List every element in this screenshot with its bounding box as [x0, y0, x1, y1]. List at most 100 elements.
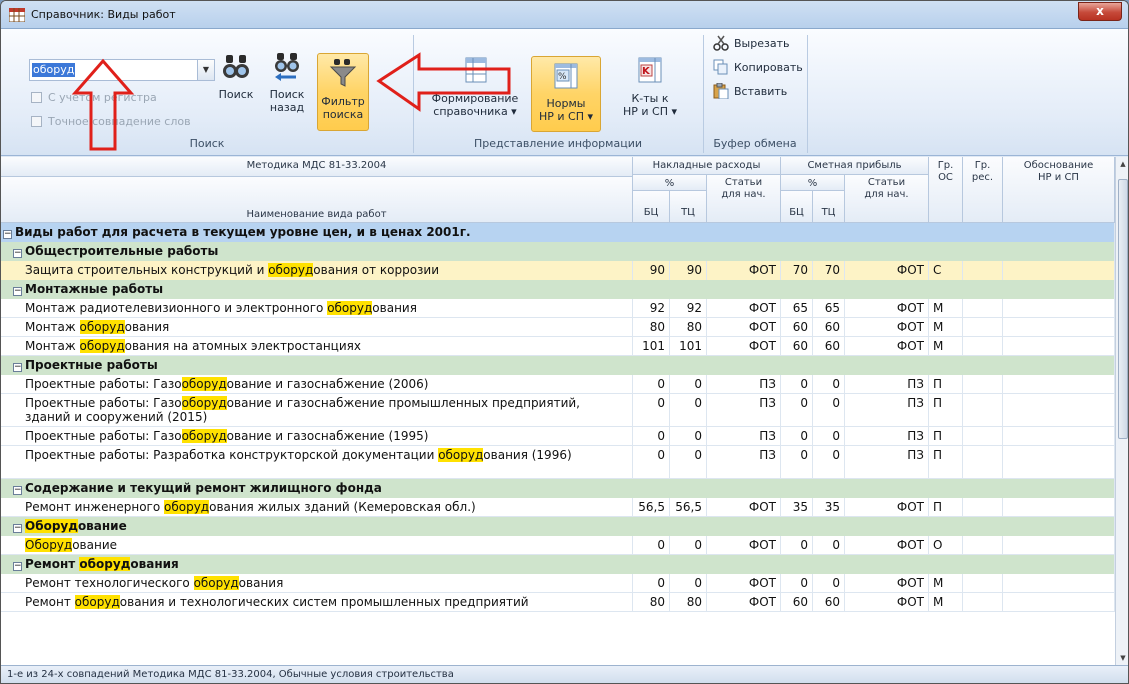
chevron-down-icon[interactable]: ▼: [197, 60, 214, 80]
cell-gr: П: [929, 498, 963, 516]
row-name-text: ование и газоснабжение (1995): [226, 429, 429, 443]
cell-nrtc: 101: [670, 337, 707, 355]
table-row[interactable]: Монтаж оборудования на атомных электрост…: [1, 337, 1115, 356]
group-row[interactable]: − Монтажные работы: [1, 280, 1115, 299]
cell-just: [1003, 446, 1115, 478]
filter-label-2: поиска: [322, 108, 364, 121]
filter-button[interactable]: Фильтр поиска: [317, 53, 369, 131]
header-profit: Сметная прибыль: [781, 157, 929, 175]
collapse-icon[interactable]: −: [13, 524, 22, 533]
group-row[interactable]: − Проектные работы: [1, 356, 1115, 375]
table-row[interactable]: Проектные работы: Разработка конструктор…: [1, 446, 1115, 479]
search-highlight: оборуд: [181, 377, 227, 391]
cut-button[interactable]: Вырезать: [713, 35, 789, 51]
table-row[interactable]: Монтаж радиотелевизионного и электронног…: [1, 299, 1115, 318]
close-button[interactable]: x: [1078, 2, 1122, 21]
cell-sptc: 60: [813, 593, 845, 611]
cell-nrtc: 92: [670, 299, 707, 317]
group-row[interactable]: − Оборудование: [1, 517, 1115, 536]
cell-just: [1003, 337, 1115, 355]
cell-gr: О: [929, 536, 963, 554]
cell-nrtc: 0: [670, 574, 707, 592]
row-name-text: Ремонт инженерного: [25, 500, 164, 514]
cell-spbc: 60: [781, 593, 813, 611]
group-row[interactable]: − Содержание и текущий ремонт жилищного ф…: [1, 479, 1115, 498]
table-row[interactable]: Защита строительных конструкций и оборуд…: [1, 261, 1115, 280]
table-row[interactable]: Проектные работы: Газооборудование и газ…: [1, 427, 1115, 446]
cell-spbc: 0: [781, 536, 813, 554]
cell-res: [963, 394, 1003, 426]
row-name-text: Виды работ для расчета в текущем уровне …: [15, 225, 471, 239]
row-name: − Содержание и текущий ремонт жилищного ф…: [1, 479, 1115, 498]
collapse-icon[interactable]: −: [13, 486, 22, 495]
checkbox-box[interactable]: [31, 116, 42, 127]
cell-nrtc: 56,5: [670, 498, 707, 516]
row-name: Проектные работы: Газооборудование и газ…: [1, 394, 633, 426]
table-row[interactable]: Ремонт технологического оборудования 0 0 ФО…: [1, 574, 1115, 593]
cell-res: [963, 427, 1003, 445]
scroll-up-icon[interactable]: ▲: [1116, 157, 1128, 171]
row-name: − Виды работ для расчета в текущем уровне…: [1, 223, 1115, 242]
group-separator: [807, 35, 808, 153]
ribbon: оборуд ▼ С учетом регистра Точное совпад…: [1, 29, 1128, 156]
cell-nrst: ФОТ: [707, 574, 781, 592]
group-row[interactable]: − Общестроительные работы: [1, 242, 1115, 261]
search-highlight: оборуд: [327, 301, 373, 315]
table-row[interactable]: Проектные работы: Газооборудование и газ…: [1, 394, 1115, 427]
row-name-text: ования жилых зданий (Кемеровская обл.): [209, 500, 476, 514]
table-row[interactable]: Ремонт оборудования и технологических си…: [1, 593, 1115, 612]
svg-text:%: %: [558, 72, 567, 82]
row-name-text: ование: [72, 538, 117, 552]
header-overhead-bc: БЦ: [633, 191, 670, 223]
search-highlight: оборуд: [79, 557, 131, 571]
exact-match-checkbox[interactable]: Точное совпадение слов: [31, 115, 191, 128]
collapse-icon[interactable]: −: [13, 249, 22, 258]
row-name-text: Содержание и текущий ремонт жилищного фо…: [25, 481, 382, 495]
find-button[interactable]: Поиск: [215, 51, 257, 129]
table-row[interactable]: Ремонт инженерного оборудования жилых зд…: [1, 498, 1115, 517]
collapse-icon[interactable]: −: [13, 287, 22, 296]
scroll-down-icon[interactable]: ▼: [1116, 651, 1128, 665]
scroll-thumb[interactable]: [1118, 179, 1128, 439]
search-input[interactable]: оборуд ▼: [29, 59, 215, 81]
coef-button[interactable]: K К-ты к НР и СП ▾: [615, 55, 685, 133]
collapse-icon[interactable]: −: [3, 230, 12, 239]
grid-table-icon: [9, 8, 25, 22]
cell-sptc: 0: [813, 375, 845, 393]
row-name: Монтаж радиотелевизионного и электронног…: [1, 299, 633, 317]
group-row[interactable]: − Ремонт оборудования: [1, 555, 1115, 574]
row-name: Проектные работы: Разработка конструктор…: [1, 446, 633, 478]
vertical-scrollbar[interactable]: ▲ ▼: [1115, 157, 1128, 665]
row-name-text: Проектные работы: Газо: [25, 429, 182, 443]
cell-just: [1003, 261, 1115, 280]
formation-label-2: справочника: [433, 105, 508, 118]
formation-button[interactable]: Формирование справочника ▾: [419, 55, 531, 133]
k-table-icon: K: [638, 57, 662, 83]
norms-button[interactable]: % Нормы НР и СП ▾: [531, 56, 601, 132]
copy-button[interactable]: Копировать: [713, 59, 803, 75]
paste-button[interactable]: Вставить: [713, 83, 787, 99]
row-name: Оборудование: [1, 536, 633, 554]
cell-nrbc: 0: [633, 574, 670, 592]
cell-gr: П: [929, 375, 963, 393]
group-row[interactable]: − Виды работ для расчета в текущем уровне…: [1, 223, 1115, 242]
formation-label-1: Формирование: [431, 92, 519, 105]
case-sensitive-checkbox[interactable]: С учетом регистра: [31, 91, 157, 104]
cell-gr: М: [929, 337, 963, 355]
status-text: 1-е из 24-х совпадений Методика МДС 81-3…: [7, 669, 454, 680]
svg-text:K: K: [642, 66, 651, 77]
cell-res: [963, 318, 1003, 336]
checkbox-box[interactable]: [31, 92, 42, 103]
row-name: Ремонт оборудования и технологических си…: [1, 593, 633, 611]
table-row[interactable]: Монтаж оборудования 80 80 ФОТ 60 60 ФОТ М: [1, 318, 1115, 337]
cell-spbc: 65: [781, 299, 813, 317]
table-row[interactable]: Проектные работы: Газооборудование и газ…: [1, 375, 1115, 394]
collapse-icon[interactable]: −: [13, 363, 22, 372]
table-row[interactable]: Оборудование 0 0 ФОТ 0 0 ФОТ О: [1, 536, 1115, 555]
cut-label: Вырезать: [734, 36, 790, 50]
cell-spst: ФОТ: [845, 498, 929, 516]
find-back-button[interactable]: Поиск назад: [263, 51, 311, 129]
cell-nrst: ФОТ: [707, 337, 781, 355]
row-name-text: Монтажные работы: [25, 282, 164, 296]
collapse-icon[interactable]: −: [13, 562, 22, 571]
